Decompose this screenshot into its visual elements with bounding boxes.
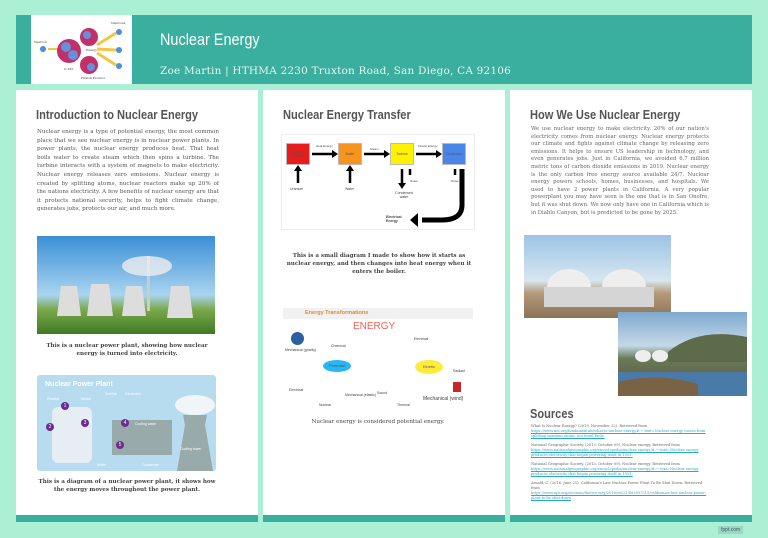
source-citation: Arnold, C. (2016, June 21). California's… [531, 481, 703, 490]
diablo-canyon-photo [618, 312, 747, 396]
fission-logo: Neutron Neutrons Energy U-235 Fission Pr… [31, 15, 132, 84]
item: Sound [377, 391, 388, 395]
input-label: Uranium [290, 187, 304, 191]
column-footer-bar [263, 515, 505, 522]
column-introduction: Introduction to Nuclear Energy Nuclear e… [16, 90, 258, 522]
step-5: 5 [116, 441, 124, 449]
source-item: National Geographic Society. (2013, Octo… [531, 462, 711, 477]
label: Steam [81, 397, 92, 401]
input-label: Water [345, 187, 355, 191]
san-onofre-photo [524, 235, 671, 318]
tornado-icon [453, 382, 461, 392]
source-link[interactable]: https://www.nationalgeographic.org/encyc… [531, 467, 699, 476]
svg-text:U-235: U-235 [64, 67, 73, 71]
usage-text: We use nuclear energy to make electricit… [531, 126, 710, 216]
loss-label: Noise [451, 179, 459, 183]
column-footer-bar [16, 515, 258, 522]
diagram-title: Nuclear Power Plant [45, 381, 113, 388]
poster-subtitle: Zoe Martin | HTHMA 2230 Truxton Road, Sa… [160, 65, 512, 77]
power-plant-diagram: Nuclear Power Plant 1 2 3 4 5 Reactor St… [37, 375, 216, 471]
arrow-label: Heat Energy [316, 144, 333, 148]
label: Generator [125, 392, 141, 396]
source-citation: What Is Nuclear Energy? (2019, November … [531, 424, 647, 428]
step-3: 3 [81, 419, 89, 427]
item: Thermal [397, 403, 410, 407]
arrow-label: Kinetic Energy [418, 144, 438, 148]
power-plant-photo [37, 236, 215, 334]
column-footer-bar [510, 515, 752, 522]
photo-caption: This is a nuclear power plant, showing h… [46, 343, 208, 357]
svg-text:Fission Product: Fission Product [81, 76, 106, 80]
transformations-caption: Nuclear energy is considered potential e… [311, 419, 445, 425]
diagram-caption: This is a diagram of a nuclear power pla… [38, 479, 216, 493]
item: Radiant [453, 369, 466, 373]
step-1: 1 [61, 402, 69, 410]
label: Condenser [142, 463, 160, 467]
earth-icon [291, 332, 304, 345]
svg-text:Neutron: Neutron [34, 40, 47, 44]
svg-text:Neutrons: Neutrons [111, 21, 126, 25]
poster-title: Nuclear Energy [160, 30, 260, 49]
item: Electrical [414, 337, 429, 341]
section-heading: Introduction to Nuclear Energy [36, 107, 199, 122]
source-item: What Is Nuclear Energy? (2019, November … [531, 424, 711, 439]
item: Mechanical (gravity) [285, 348, 317, 352]
step-2: 2 [46, 423, 54, 431]
energy-label: ENERGY [353, 321, 396, 332]
label: Cooling tower [180, 447, 202, 451]
fppt-badge[interactable]: fppt.com [718, 526, 744, 534]
transformations-title: Energy Transformations [305, 310, 369, 316]
reactor-building [52, 407, 92, 463]
source-link[interactable]: https://www.nationalgeographic.org/encyc… [531, 448, 699, 457]
item: Nuclear [319, 403, 332, 407]
source-citation: National Geographic Society. (2013, Octo… [531, 462, 680, 466]
label: Water [97, 463, 107, 467]
sources-heading: Sources [530, 406, 574, 421]
output-label: Electrical Energy [386, 215, 402, 223]
kinetic-bubble: Kinetic [415, 360, 443, 374]
item: Electrical [289, 388, 304, 392]
sources-list: What Is Nuclear Energy? (2019, November … [531, 424, 711, 505]
source-link[interactable]: https://www.npr.org/sections/thetwo-way/… [531, 491, 706, 500]
source-citation: National Geographic Society. (2013, Octo… [531, 443, 680, 447]
item: Mechanical (wind) [423, 396, 464, 402]
source-item: Arnold, C. (2016, June 21). California's… [531, 481, 711, 501]
intro-text: Nuclear energy is a type of potential en… [37, 129, 219, 213]
arrow-label: Steam [370, 147, 379, 151]
item: Mechanical (elastic) [345, 393, 376, 397]
svg-text:Energy: Energy [86, 48, 97, 52]
section-heading: How We Use Nuclear Energy [530, 107, 681, 122]
flow-caption: This is a small diagram I made to show h… [286, 253, 472, 275]
step-4: 4 [121, 419, 129, 427]
loss-label: Noise [410, 179, 418, 183]
energy-transformations-chart: Energy Transformations ENERGY Potential … [283, 308, 473, 408]
section-heading: Nuclear Energy Transfer [283, 107, 411, 122]
column-energy-transfer: Nuclear Energy Transfer Nuclear Reactor … [263, 90, 505, 522]
potential-bubble: Potential [323, 360, 351, 372]
column-how-we-use: How We Use Nuclear Energy We use nuclear… [510, 90, 752, 522]
source-link[interactable]: https://www.nei.org/fundamentals/what-is… [531, 429, 705, 438]
input-label: Condensed water [395, 191, 413, 199]
label: Cooling water [135, 422, 157, 426]
source-item: National Geographic Society. (2013, Octo… [531, 443, 711, 458]
label: Turbine [105, 392, 117, 396]
item: Chemical [331, 344, 346, 348]
energy-flow-diagram: Nuclear Reactor Boiler Turbine Generator… [281, 134, 475, 230]
label: Reactor [47, 397, 60, 401]
